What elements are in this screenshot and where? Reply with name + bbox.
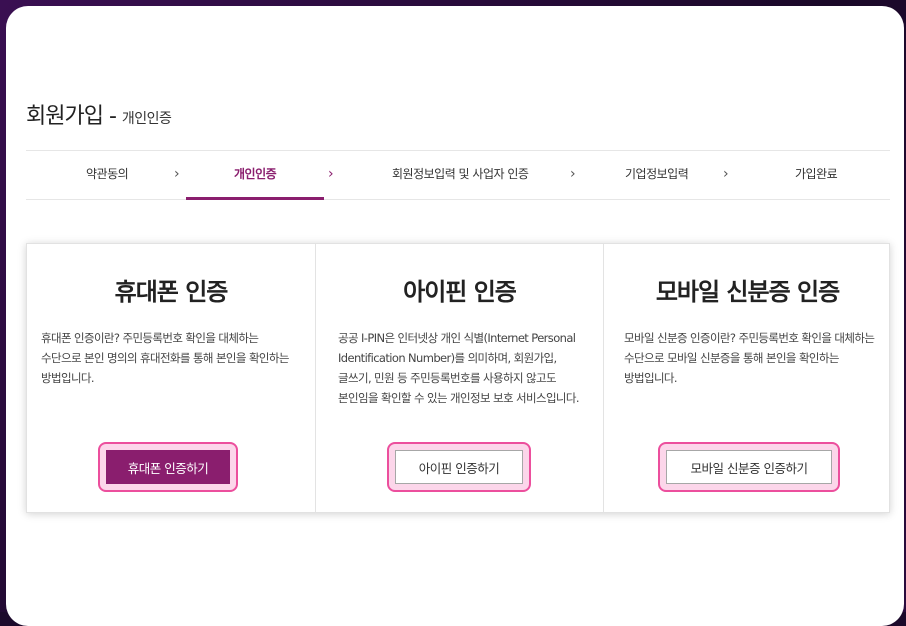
chevron-right-icon: › <box>723 166 729 182</box>
card-title: 휴대폰 인증 <box>114 278 229 306</box>
chevron-right-icon: › <box>570 166 576 182</box>
signup-progress-steps: 약관동의 › 개인인증 › 회원정보입력 및 사업자 인증 › 기업정보입력 ›… <box>26 150 890 200</box>
mobile-id-verification-card: 모바일 신분증 인증 모바일 신분증 인증이란? 주민등록번호 확인을 대체하는… <box>603 244 891 512</box>
phone-verification-card: 휴대폰 인증 휴대폰 인증이란? 주민등록번호 확인을 대체하는 수단으로 본인… <box>27 244 315 512</box>
page-title: 회원가입 - 개인인증 <box>26 98 172 130</box>
card-title: 모바일 신분증 인증 <box>655 278 840 306</box>
button-highlight: 휴대폰 인증하기 <box>98 442 238 492</box>
ipin-verify-button[interactable]: 아이핀 인증하기 <box>395 450 523 484</box>
mobile-id-verify-button[interactable]: 모바일 신분증 인증하기 <box>666 450 832 484</box>
phone-verify-button[interactable]: 휴대폰 인증하기 <box>106 450 230 484</box>
step-member-info-business-verification: 회원정보입력 및 사업자 인증 <box>392 167 529 181</box>
button-highlight: 아이핀 인증하기 <box>387 442 531 492</box>
step-terms-agreement: 약관동의 <box>86 167 129 181</box>
step-personal-verification: 개인인증 <box>185 151 325 200</box>
step-company-info: 기업정보입력 <box>625 167 689 181</box>
chevron-right-icon: › <box>174 166 180 182</box>
step-signup-complete: 가입완료 <box>795 167 838 181</box>
button-highlight: 모바일 신분증 인증하기 <box>658 442 840 492</box>
signup-window: 회원가입 - 개인인증 약관동의 › 개인인증 › 회원정보입력 및 사업자 인… <box>6 6 904 626</box>
card-description: 휴대폰 인증이란? 주민등록번호 확인을 대체하는 수단으로 본인 명의의 휴대… <box>41 331 289 385</box>
ipin-verification-card: 아이핀 인증 공공 I-PIN은 인터넷상 개인 식별(Internet Per… <box>315 244 603 512</box>
card-description: 모바일 신분증 인증이란? 주민등록번호 확인을 대체하는 수단으로 모바일 신… <box>624 331 875 385</box>
page-title-sub: 개인인증 <box>121 111 172 127</box>
verification-methods-panel: 휴대폰 인증 휴대폰 인증이란? 주민등록번호 확인을 대체하는 수단으로 본인… <box>26 243 890 513</box>
card-description: 공공 I-PIN은 인터넷상 개인 식별(Internet Personal I… <box>338 331 580 405</box>
card-title: 아이핀 인증 <box>403 278 517 306</box>
page-title-main: 회원가입 - <box>26 104 122 129</box>
chevron-right-icon: › <box>328 166 334 182</box>
